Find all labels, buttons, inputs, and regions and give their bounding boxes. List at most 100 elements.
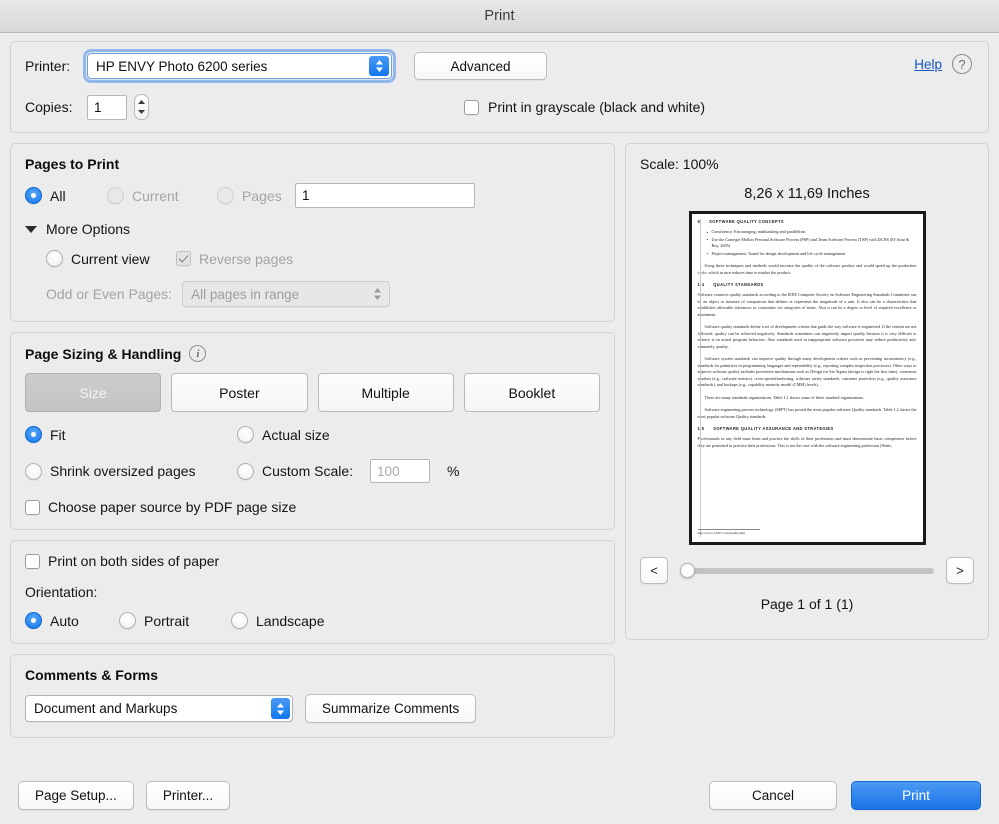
list-item: Project management: Tuned for design dev… <box>707 250 917 258</box>
radio-portrait-indicator <box>119 612 136 629</box>
tab-booklet[interactable]: Booklet <box>463 373 600 412</box>
print-button[interactable]: Print <box>851 780 981 810</box>
odd-even-row: Odd or Even Pages: All pages in range <box>25 281 600 307</box>
checkbox-reverse-pages[interactable]: Reverse pages <box>176 251 293 267</box>
scale-text: Scale: 100% <box>640 156 719 172</box>
doc-section-2-title: QUALITY STANDARDS <box>713 282 764 287</box>
preview-panel: Scale: 100% 8,26 x 11,69 Inches 5 SOFTWA… <box>625 143 989 640</box>
orientation-group: Print on both sides of paper Orientation… <box>10 540 615 644</box>
cancel-button[interactable]: Cancel <box>709 780 837 810</box>
checkbox-paper-source[interactable]: Choose paper source by PDF page size <box>25 499 600 515</box>
checkbox-both-sides[interactable]: Print on both sides of paper <box>25 553 600 569</box>
doc-paragraph: There are many standards organizations. … <box>704 394 865 400</box>
doc-paragraph: Software quality standards define a set … <box>697 324 917 349</box>
checkbox-paper-source-label: Choose paper source by PDF page size <box>48 499 297 515</box>
grayscale-label: Print in grayscale (black and white) <box>488 99 706 115</box>
radio-auto[interactable]: Auto <box>25 612 119 629</box>
printer-select[interactable]: HP ENVY Photo 6200 series <box>83 49 396 83</box>
orientation-radio-row: Auto Portrait Landscape <box>25 612 600 629</box>
odd-even-label: Odd or Even Pages: <box>46 286 173 302</box>
tab-multiple[interactable]: Multiple <box>317 373 454 412</box>
radio-fit-indicator <box>25 426 42 443</box>
help-area: Help ? <box>914 54 972 74</box>
radio-current-view-label: Current view <box>71 250 150 267</box>
radio-portrait[interactable]: Portrait <box>119 612 231 629</box>
percent-label: % <box>447 463 460 479</box>
checkbox-both-sides-indicator <box>25 553 40 569</box>
doc-footnote: http://www.12207.com/quality.htm <box>697 528 760 535</box>
printer-select-value: HP ENVY Photo 6200 series <box>96 58 268 74</box>
page-setup-button[interactable]: Page Setup... <box>18 780 134 810</box>
printer-settings-button[interactable]: Printer... <box>145 780 231 810</box>
radio-custom-scale-indicator <box>237 462 254 480</box>
radio-fit-label: Fit <box>50 426 66 443</box>
radio-actual-size[interactable]: Actual size <box>237 426 600 443</box>
chevron-updown-icon <box>271 698 290 719</box>
orientation-label: Orientation: <box>25 584 98 600</box>
radio-custom-scale[interactable]: Custom Scale: 100 % <box>237 459 600 483</box>
radio-shrink-oversized-indicator <box>25 462 42 480</box>
comments-forms-select[interactable]: Document and Markups <box>25 695 293 722</box>
radio-current[interactable]: Current <box>107 187 217 204</box>
radio-pages-label: Pages <box>242 187 282 204</box>
radio-all-label: All <box>50 187 66 204</box>
checkbox-both-sides-label: Print on both sides of paper <box>48 553 220 569</box>
radio-landscape-label: Landscape <box>256 612 325 629</box>
checkbox-reverse-pages-indicator <box>176 251 191 266</box>
radio-custom-scale-label: Custom Scale: <box>262 463 354 479</box>
copies-stepper[interactable] <box>134 94 149 120</box>
comments-forms-row: Document and Markups Summarize Comments <box>25 694 600 723</box>
checkbox-reverse-pages-label: Reverse pages <box>199 250 294 267</box>
tab-size[interactable]: Size <box>25 373 162 412</box>
grayscale-checkbox[interactable] <box>464 99 479 115</box>
radio-auto-indicator <box>25 612 42 629</box>
copies-input[interactable]: 1 <box>87 94 127 120</box>
radio-landscape[interactable]: Landscape <box>231 612 325 629</box>
doc-section-3-title: SOFTWARE QUALITY ASSURANCE AND STRATEGIE… <box>713 426 834 431</box>
page-slider[interactable] <box>680 563 934 578</box>
next-page-button[interactable]: > <box>946 557 974 584</box>
pages-to-print-title: Pages to Print <box>25 156 120 172</box>
radio-fit[interactable]: Fit <box>25 426 237 443</box>
odd-even-select[interactable]: All pages in range <box>182 281 391 307</box>
chevron-updown-icon <box>369 56 389 76</box>
page-nav-row: < > <box>640 557 974 584</box>
page-preview[interactable]: 5 SOFTWARE QUALITY CONCEPTS Consistency:… <box>688 211 926 545</box>
pages-range-input[interactable]: 1 <box>295 183 475 208</box>
radio-auto-label: Auto <box>50 612 79 629</box>
window-title: Print <box>484 8 515 24</box>
info-icon[interactable]: i <box>189 345 207 362</box>
doc-section-3-number: 1.5 <box>697 426 705 431</box>
pages-to-print-group: Pages to Print All Current Pages 1 More … <box>10 143 615 322</box>
page-left-rule <box>699 219 701 537</box>
chevron-updown-icon <box>367 284 387 304</box>
comments-forms-group: Comments & Forms Document and Markups Su… <box>10 654 615 738</box>
doc-heading: 5 SOFTWARE QUALITY CONCEPTS <box>698 219 917 224</box>
help-link[interactable]: Help <box>914 57 942 72</box>
radio-current-view[interactable]: Current view <box>46 250 176 267</box>
page-slider-knob[interactable] <box>680 563 695 578</box>
radio-shrink-oversized[interactable]: Shrink oversized pages <box>25 459 237 483</box>
doc-paragraph: Software connects quality standards acco… <box>697 292 917 317</box>
doc-paragraph: Professionals in any field must learn an… <box>697 436 917 448</box>
dimensions-text: 8,26 x 11,69 Inches <box>744 186 870 202</box>
tab-poster[interactable]: Poster <box>171 373 308 412</box>
dialog-footer: Page Setup... Printer... Cancel Print <box>0 766 999 824</box>
advanced-button[interactable]: Advanced <box>414 52 547 80</box>
doc-section-3-heading: 1.5 SOFTWARE QUALITY ASSURANCE AND STRAT… <box>698 426 917 431</box>
sizing-tabs: Size Poster Multiple Booklet <box>25 373 600 412</box>
question-mark-icon[interactable]: ? <box>952 54 972 74</box>
more-options-disclosure[interactable]: More Options <box>25 221 600 237</box>
radio-pages[interactable]: Pages <box>217 187 295 204</box>
custom-scale-input[interactable]: 100 <box>370 459 431 483</box>
radio-all[interactable]: All <box>25 187 107 204</box>
previous-page-button[interactable]: < <box>640 557 668 584</box>
radio-actual-size-label: Actual size <box>262 426 330 443</box>
more-options-label: More Options <box>46 221 131 237</box>
options-column: Pages to Print All Current Pages 1 More … <box>10 143 615 766</box>
grayscale-checkbox-row[interactable]: Print in grayscale (black and white) <box>464 99 705 115</box>
doc-section-2-number: 1.4 <box>697 282 705 287</box>
doc-paragraph-1: Using these techniques and methods would… <box>697 263 917 275</box>
summarize-comments-button[interactable]: Summarize Comments <box>305 694 477 723</box>
page-count-text: Page 1 of 1 (1) <box>760 596 854 612</box>
